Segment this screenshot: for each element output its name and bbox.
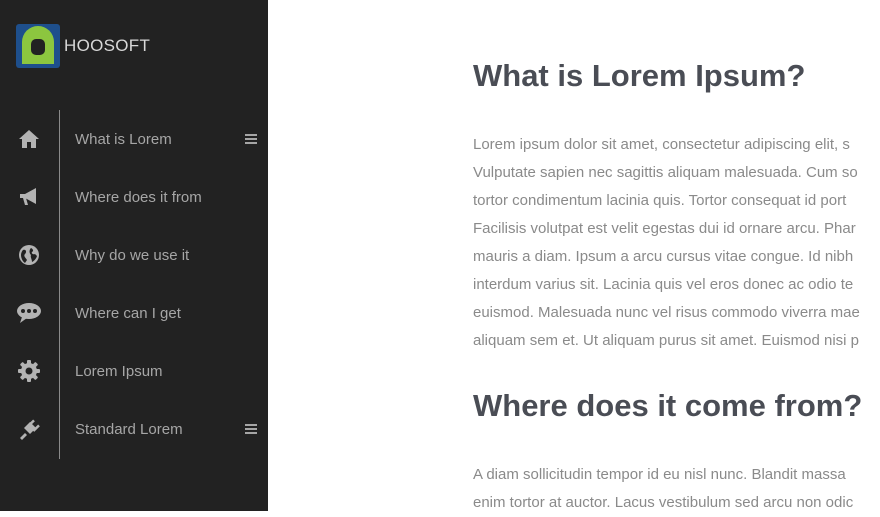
home-icon [16,126,42,152]
sidebar-item-label: Where does it from [75,188,202,206]
sidebar-item-label: What is Lorem [75,130,172,148]
chat-icon [16,300,42,326]
plug-icon [16,416,42,442]
section-title-what-is-lorem-ipsum: What is Lorem Ipsum? [473,58,806,93]
sidebar-item-what-is-lorem[interactable]: What is Lorem [0,110,268,168]
paragraph-line: interdum varius sit. Lacinia quis vel er… [473,276,854,293]
paragraph-line: mauris a diam. Ipsum a arcu cursus vitae… [473,248,854,265]
paragraph-line: euismod. Malesuada nunc vel risus commod… [473,304,860,321]
paragraph-line: A diam sollicitudin tempor id eu nisl nu… [473,466,846,483]
brand-name: HOOSOFT [64,36,151,55]
section-paragraph: A diam sollicitudin tempor id eu nisl nu… [473,461,880,517]
paragraph-line: aliquam sem et. Ut aliquam purus sit ame… [473,332,859,349]
sidebar-item-where-does-it-from[interactable]: Where does it from [0,168,268,226]
section-paragraph: Lorem ipsum dolor sit amet, consectetur … [473,131,880,355]
paragraph-line: enim tortor at auctor. Lacus vestibulum … [473,494,854,511]
sidebar: HOOSOFT What is Lorem Where does it from [0,0,268,511]
sidebar-item-standard-lorem[interactable]: Standard Lorem [0,400,268,458]
paragraph-line: tortor condimentum lacinia quis. Tortor … [473,192,847,209]
paragraph-line: Lorem ipsum dolor sit amet, consectetur … [473,136,850,153]
sidebar-item-where-can-i-get[interactable]: Where can I get [0,284,268,342]
sidebar-item-lorem-ipsum[interactable]: Lorem Ipsum [0,342,268,400]
sidebar-nav: What is Lorem Where does it from Why do [0,110,268,458]
megaphone-icon [16,184,42,210]
menu-icon[interactable] [245,424,257,434]
brand[interactable]: HOOSOFT [16,24,150,68]
sidebar-item-label: Lorem Ipsum [75,362,163,380]
gear-icon [16,358,42,384]
paragraph-line: Vulputate sapien nec sagittis aliquam ma… [473,164,858,181]
logo-icon [16,24,60,68]
sidebar-item-label: Why do we use it [75,246,190,264]
sidebar-item-label: Where can I get [75,304,181,322]
sidebar-item-why-do-we-use-it[interactable]: Why do we use it [0,226,268,284]
globe-icon [16,242,42,268]
section-title-where-does-it-come-from: Where does it come from? [473,388,863,423]
sidebar-item-label: Standard Lorem [75,420,183,438]
paragraph-line: Facilisis volutpat est velit egestas dui… [473,220,856,237]
menu-icon[interactable] [245,134,257,144]
